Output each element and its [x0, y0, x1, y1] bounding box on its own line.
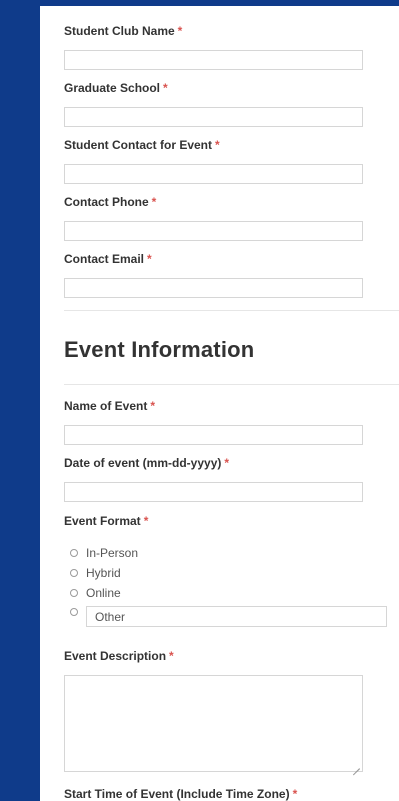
date-of-event-label: Date of event (mm-dd-yyyy) * — [64, 456, 363, 470]
event-format-option-in-person[interactable]: In-Person — [70, 546, 138, 560]
date-of-event-group: Date of event (mm-dd-yyyy) * — [64, 456, 363, 502]
start-time-label: Start Time of Event (Include Time Zone) * — [64, 787, 297, 801]
radio-button[interactable] — [70, 608, 78, 616]
student-club-name-label: Student Club Name * — [64, 24, 363, 38]
option-label: Online — [86, 586, 121, 600]
graduate-school-label: Graduate School * — [64, 81, 363, 95]
contact-email-label: Contact Email * — [64, 252, 363, 266]
required-mark: * — [147, 252, 152, 266]
required-mark: * — [215, 138, 220, 152]
section-divider-top — [64, 310, 399, 311]
required-mark: * — [169, 649, 174, 663]
event-format-option-online[interactable]: Online — [70, 586, 121, 600]
event-format-label: Event Format * — [64, 514, 148, 528]
option-label: In-Person — [86, 546, 139, 560]
graduate-school-input[interactable] — [64, 107, 363, 127]
required-mark: * — [163, 81, 168, 95]
start-time-label-text: Start Time of Event (Include Time Zone) — [64, 787, 290, 801]
student-club-name-input[interactable] — [64, 50, 363, 70]
other-format-input[interactable] — [86, 606, 387, 627]
student-contact-group: Student Contact for Event * — [64, 138, 363, 184]
contact-email-group: Contact Email * — [64, 252, 363, 298]
contact-email-label-text: Contact Email — [64, 252, 145, 266]
section-divider-bottom — [64, 384, 399, 385]
contact-phone-label-text: Contact Phone — [64, 195, 149, 209]
date-of-event-label-text: Date of event (mm-dd-yyyy) — [64, 456, 222, 470]
graduate-school-label-text: Graduate School — [64, 81, 161, 95]
name-of-event-label: Name of Event * — [64, 399, 363, 413]
required-mark: * — [143, 514, 149, 528]
event-description-label: Event Description * — [64, 649, 363, 663]
event-format-option-other[interactable] — [70, 606, 387, 627]
graduate-school-group: Graduate School * — [64, 81, 363, 127]
student-contact-label-text: Student Contact for Event — [64, 138, 213, 152]
student-club-name-group: Student Club Name * — [64, 24, 363, 70]
form-panel: Student Club Name * Graduate School * Stud… — [40, 6, 399, 801]
event-description-label-text: Event Description — [64, 649, 167, 663]
resize-grip-icon[interactable] — [353, 762, 360, 769]
event-format-option-hybrid[interactable]: Hybrid — [70, 566, 121, 580]
event-format-group: Event Format * — [64, 514, 148, 528]
contact-phone-group: Contact Phone * — [64, 195, 363, 241]
date-of-event-input[interactable] — [64, 482, 363, 502]
radio-button[interactable] — [70, 589, 78, 597]
student-contact-input[interactable] — [64, 164, 363, 184]
contact-email-input[interactable] — [64, 278, 363, 298]
required-mark: * — [150, 399, 156, 413]
event-description-group: Event Description * — [64, 649, 363, 772]
student-club-name-label-text: Student Club Name — [64, 24, 175, 38]
contact-phone-label: Contact Phone * — [64, 195, 363, 209]
event-format-label-text: Event Format — [64, 514, 141, 528]
page-frame: Student Club Name * Graduate School * Stud… — [0, 0, 399, 801]
option-label: Hybrid — [86, 566, 121, 580]
required-mark: * — [151, 195, 157, 209]
student-contact-label: Student Contact for Event * — [64, 138, 363, 152]
radio-button[interactable] — [70, 569, 78, 577]
event-description-wrapper — [64, 675, 363, 772]
required-mark: * — [292, 787, 298, 801]
radio-button[interactable] — [70, 549, 78, 557]
required-mark: * — [177, 24, 183, 38]
required-mark: * — [224, 456, 230, 470]
start-time-group: Start Time of Event (Include Time Zone) * — [64, 787, 297, 801]
section-title: Event Information — [64, 337, 255, 362]
name-of-event-label-text: Name of Event — [64, 399, 148, 413]
contact-phone-input[interactable] — [64, 221, 363, 241]
name-of-event-input[interactable] — [64, 425, 363, 445]
name-of-event-group: Name of Event * — [64, 399, 363, 445]
event-description-textarea[interactable] — [64, 675, 363, 772]
